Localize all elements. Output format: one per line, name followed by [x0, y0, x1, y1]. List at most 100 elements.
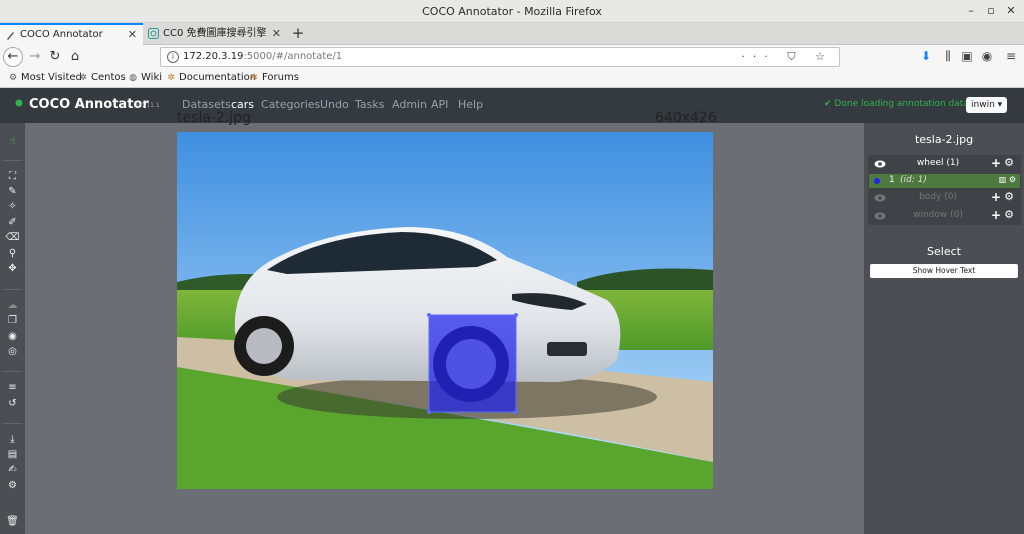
download-icon[interactable]: ⬇ [918, 49, 934, 63]
category-settings-icon[interactable]: ⚙ [1004, 208, 1014, 221]
annotation-row[interactable]: 1 (id: 1) ▥ ⚙ [869, 174, 1020, 188]
wheel-annotation-bbox[interactable] [428, 314, 517, 413]
page-actions[interactable]: ··· ⛉ ☆ [741, 50, 833, 64]
download-icon[interactable]: ⤓ [4, 433, 21, 447]
close-tab-icon[interactable]: ✕ [272, 23, 281, 45]
window-title: COCO Annotator - Mozilla Firefox [422, 5, 602, 18]
image-dimensions: 640x426 [655, 110, 717, 126]
center-icon[interactable]: ≡ [4, 381, 21, 395]
home-button[interactable]: ⌂ [66, 48, 84, 66]
trash-icon[interactable]: ▥ [999, 175, 1007, 184]
nav-undo[interactable]: Undo [320, 98, 349, 111]
annotation-panel: tesla-2.jpg wheel (1) + ⚙ 1 (id: 1) ▥ ⚙ … [864, 123, 1024, 534]
category-wheel[interactable]: wheel (1) + ⚙ [868, 156, 1021, 173]
save-icon[interactable]: ▤ [4, 448, 21, 462]
tab-coco-annotator[interactable]: COCO Annotator ✕ [0, 23, 143, 46]
app-brand[interactable]: COCO Annotator [29, 97, 149, 112]
close-tab-icon[interactable]: ✕ [128, 25, 137, 44]
category-window[interactable]: window (0) + ⚙ [868, 208, 1021, 225]
divider [3, 289, 22, 290]
tool-panel-title: Select [927, 245, 961, 258]
car-grille [547, 342, 587, 356]
app-version: v0.11.1 [137, 102, 160, 109]
bookmark-forums[interactable]: ✲ Forums [249, 72, 299, 83]
reload-button[interactable]: ↻ [46, 48, 64, 66]
bookmark-documentation[interactable]: ✲ Documentation [166, 72, 256, 83]
bbox-handle[interactable] [514, 410, 518, 414]
add-annotation-icon[interactable]: + [991, 190, 1001, 204]
gear-icon: ⚙ [8, 73, 18, 83]
magic-wand-icon[interactable]: ✧ [4, 200, 21, 214]
category-body[interactable]: body (0) + ⚙ [868, 190, 1021, 207]
back-button[interactable]: ← [3, 47, 23, 67]
nav-api[interactable]: API [431, 98, 448, 111]
gear-icon[interactable]: ⚙ [1009, 175, 1016, 184]
annotation-actions[interactable]: ▥ ⚙ [999, 175, 1016, 184]
eraser-icon[interactable]: ⌫ [4, 231, 21, 245]
bookmark-icon: ✲ [250, 73, 258, 83]
add-annotation-icon[interactable]: + [991, 208, 1001, 222]
keypoint-icon[interactable]: ⚲ [4, 247, 21, 261]
polygon-pencil-icon[interactable]: ✎ [4, 185, 21, 199]
tab-label: CC0 免費圖庫搜尋引擎 [163, 28, 267, 39]
nav-help[interactable]: Help [458, 98, 483, 111]
account-icon[interactable]: ◉ [979, 49, 995, 63]
window-titlebar: COCO Annotator - Mozilla Firefox – ▫ ✕ [0, 0, 1024, 23]
bbox-icon[interactable]: ⛶ [4, 170, 21, 184]
info-icon[interactable]: i [167, 51, 179, 63]
annotation-color-dot [874, 178, 880, 184]
panel-image-name: tesla-2.jpg [914, 133, 974, 146]
add-annotation-icon[interactable]: + [991, 156, 1001, 170]
copy-icon[interactable]: ❐ [4, 314, 21, 328]
nav-admin[interactable]: Admin [392, 98, 427, 111]
minimize-button[interactable]: – [961, 3, 981, 19]
forward-button[interactable]: → [26, 48, 44, 66]
maximize-button[interactable]: ▫ [981, 3, 1001, 19]
dextr-icon[interactable]: ✥ [4, 262, 21, 276]
undo-icon[interactable]: ↺ [4, 397, 21, 411]
image-file-name: tesla-2.jpg [177, 110, 251, 126]
settings-gear-icon[interactable]: ⚙ [4, 479, 21, 493]
category-list: wheel (1) + ⚙ 1 (id: 1) ▥ ⚙ body (0) + ⚙… [868, 155, 1021, 225]
trash-icon[interactable]: 🗑 [4, 515, 21, 529]
eye-slash-icon[interactable]: ◎ [4, 345, 21, 359]
close-window-button[interactable]: ✕ [1001, 3, 1021, 19]
divider [3, 160, 22, 161]
select-hand-icon[interactable]: ☝ [4, 135, 21, 149]
brush-icon[interactable]: ✐ [4, 216, 21, 230]
show-hover-text-button[interactable]: Show Hover Text [870, 264, 1018, 278]
new-tab-button[interactable]: + [289, 24, 307, 42]
bookmarks-toolbar: ⚙ Most Visited ✲ Centos ◍ Wiki ✲ Documentati… [0, 69, 1024, 88]
category-settings-icon[interactable]: ⚙ [1004, 190, 1014, 203]
logo-icon [15, 99, 23, 107]
bbox-handle[interactable] [514, 313, 518, 317]
user-dropdown[interactable]: inwin ▾ [966, 97, 1007, 113]
tab-strip: COCO Annotator ✕ CC0 免費圖庫搜尋引擎 ✕ + [0, 23, 1024, 46]
bbox-handle[interactable] [427, 313, 431, 317]
divider [3, 371, 22, 372]
cloud-icon[interactable]: ☁ [4, 299, 21, 313]
edit-icon[interactable]: ✍ [4, 463, 21, 477]
bookmark-most-visited[interactable]: ⚙ Most Visited [8, 72, 82, 83]
library-icon[interactable]: ⫼ [940, 49, 956, 64]
globe-icon: ◍ [129, 73, 137, 83]
nav-categories[interactable]: Categories [261, 98, 320, 111]
nav-tasks[interactable]: Tasks [355, 98, 384, 111]
tool-sidebar: ☝ ⛶ ✎ ✧ ✐ ⌫ ⚲ ✥ ☁ ❐ ◉ ◎ ≡ ↺ ⤓ ▤ ✍ ⚙ 🗑 [0, 123, 25, 534]
bookmark-wiki[interactable]: ◍ Wiki [128, 72, 162, 83]
url-text[interactable]: 172.20.3.19:5000/#/annotate/1 [183, 51, 342, 62]
car-photo[interactable] [177, 132, 713, 489]
bbox-handle[interactable] [427, 410, 431, 414]
sidebar-icon[interactable]: ▣ [959, 49, 975, 63]
bookmark-centos[interactable]: ✲ Centos [78, 72, 126, 83]
category-settings-icon[interactable]: ⚙ [1004, 156, 1014, 169]
brush-favicon-icon [7, 32, 14, 40]
url-bar[interactable]: i 172.20.3.19:5000/#/annotate/1 ··· ⛉ ☆ [160, 47, 840, 67]
loading-status: ✔ Done loading annotation data [824, 99, 969, 109]
bookmark-icon: ✲ [167, 73, 175, 83]
cc0-favicon-icon [148, 28, 159, 39]
eye-icon[interactable]: ◉ [4, 330, 21, 344]
tab-cc0[interactable]: CC0 免費圖庫搜尋引擎 ✕ [143, 23, 287, 45]
menu-icon[interactable]: ≡ [1003, 49, 1019, 63]
rear-rim [246, 328, 282, 364]
